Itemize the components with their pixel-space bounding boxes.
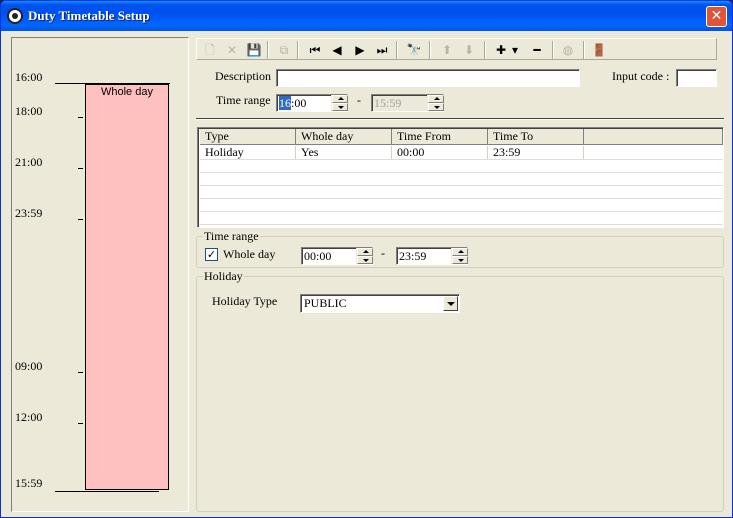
chevron-down-icon[interactable]	[443, 296, 458, 311]
time-to-value: 15:59	[374, 96, 402, 110]
prev-record-icon[interactable]: ◀	[328, 41, 346, 59]
add-dropdown-icon[interactable]: ▾	[510, 41, 520, 59]
last-record-icon[interactable]: ⏭	[373, 41, 391, 59]
time-label-1600: 16:00	[15, 70, 43, 84]
input-code-label: Input code :	[612, 69, 670, 83]
timeline-tick	[78, 168, 83, 169]
grid-line	[200, 185, 723, 186]
section-divider	[196, 118, 724, 120]
group-time-separator: -	[381, 246, 385, 260]
new-icon[interactable]: 🗋	[201, 41, 219, 59]
cell-whole-day: Yes	[296, 146, 392, 159]
move-up-icon[interactable]: ⬆	[438, 41, 456, 59]
close-button[interactable]: ✕	[706, 6, 727, 27]
schedule-grid[interactable]: Type Whole day Time From Time To Holiday…	[197, 127, 724, 228]
timeline-panel: 16:00 18:00 21:00 23:59 09:00 12:00 15:5…	[11, 37, 189, 512]
add-icon[interactable]: ✚	[492, 41, 510, 59]
find-binoculars-icon[interactable]: 🔭	[405, 41, 423, 59]
time-from-spin-buttons[interactable]	[331, 95, 348, 111]
remove-icon[interactable]: ━	[528, 41, 546, 59]
time-label-2100: 21:00	[15, 155, 43, 169]
grid-line	[200, 159, 723, 160]
window-title: Duty Timetable Setup	[28, 8, 150, 23]
group-time-from-spinner[interactable]: 00:00	[301, 247, 373, 265]
whole-day-block-label: Whole day	[101, 86, 153, 98]
copy-icon[interactable]: ⧉	[275, 41, 293, 59]
cell-type: Holiday	[200, 146, 296, 159]
time-range-group: Time range ✓ Whole day 00:00 - 23:59	[196, 229, 724, 268]
exit-door-icon[interactable]: 🚪	[590, 41, 608, 59]
group-time-to-value: 23:59	[399, 249, 427, 263]
timeline-tick	[78, 423, 83, 424]
time-label-1559: 15:59	[15, 476, 43, 490]
next-record-icon[interactable]: ▶	[351, 41, 369, 59]
column-header-blank	[584, 129, 723, 145]
holiday-type-value: PUBLIC	[304, 296, 347, 310]
time-label-0900: 09:00	[15, 359, 43, 373]
group-time-from-value: 00:00	[304, 249, 332, 263]
time-from-minutes: :00	[291, 96, 307, 110]
cell-time-to: 23:59	[488, 146, 584, 159]
toolbar-separator	[552, 41, 554, 59]
whole-day-label: Whole day	[223, 247, 276, 261]
time-label-1200: 12:00	[15, 410, 43, 424]
disabled-circle-icon[interactable]: ◍	[559, 41, 577, 59]
toolbar-separator	[484, 41, 486, 59]
holiday-type-select[interactable]: PUBLIC	[300, 294, 460, 313]
group-time-from-spin-buttons[interactable]	[356, 248, 373, 264]
time-to-spin-buttons	[427, 95, 444, 111]
whole-day-block[interactable]: Whole day	[85, 84, 169, 490]
title-bar: Duty Timetable Setup ✕	[1, 1, 732, 31]
column-header-time-from[interactable]: Time From	[392, 129, 488, 145]
time-from-spinner[interactable]: 16:00	[276, 94, 348, 112]
move-down-icon[interactable]: ⬇	[460, 41, 478, 59]
timeline-tick	[78, 372, 83, 373]
holiday-group: Holiday Holiday Type PUBLIC	[196, 269, 724, 512]
grid-line	[200, 211, 723, 212]
toolbar-separator	[429, 41, 431, 59]
timeline-tick	[78, 219, 83, 220]
cell-time-from: 00:00	[392, 146, 488, 159]
time-to-spinner: 15:59	[371, 94, 444, 112]
group-time-to-spinner[interactable]: 23:59	[396, 247, 468, 265]
description-input[interactable]	[276, 69, 580, 87]
table-row[interactable]: Holiday Yes 00:00 23:59	[200, 146, 723, 159]
grid-header: Type Whole day Time From Time To	[200, 129, 723, 145]
column-header-time-to[interactable]: Time To	[488, 129, 584, 145]
first-record-icon[interactable]: ⏮	[306, 41, 324, 59]
time-range-group-title: Time range	[203, 229, 260, 244]
grid-line	[200, 172, 723, 173]
input-code-input[interactable]	[676, 69, 717, 87]
toolbar-separator	[297, 41, 299, 59]
whole-day-checkbox[interactable]: ✓	[205, 248, 218, 261]
column-header-type[interactable]: Type	[200, 129, 296, 145]
grid-line	[200, 198, 723, 199]
toolbar-separator	[396, 41, 398, 59]
toolbar-separator	[267, 41, 269, 59]
timeline-tick	[78, 117, 83, 118]
description-label: Description	[215, 69, 271, 83]
delete-icon[interactable]: ✕	[223, 41, 241, 59]
time-label-1800: 18:00	[15, 104, 43, 118]
time-range-separator: -	[357, 93, 361, 107]
duty-timetable-window: Duty Timetable Setup ✕ 16:00 18:00 21:00…	[0, 0, 733, 518]
time-range-label: Time range	[216, 93, 271, 107]
timeline-end-line	[55, 491, 159, 492]
time-label-2359: 23:59	[15, 206, 43, 220]
toolbar: 🗋 ✕ 💾 ⧉ ⏮ ◀ ▶ ⏭ 🔭 ⬆ ⬇ ✚ ▾ ━ ◍ 🚪	[196, 38, 717, 60]
save-icon[interactable]: 💾	[245, 41, 263, 59]
app-icon	[7, 8, 23, 24]
holiday-group-title: Holiday	[203, 269, 244, 284]
holiday-type-label: Holiday Type	[212, 294, 278, 308]
group-time-to-spin-buttons[interactable]	[451, 248, 468, 264]
toolbar-separator	[583, 41, 585, 59]
time-from-hours: 16	[279, 96, 291, 110]
grid-line	[200, 224, 723, 225]
column-header-whole-day[interactable]: Whole day	[296, 129, 392, 145]
